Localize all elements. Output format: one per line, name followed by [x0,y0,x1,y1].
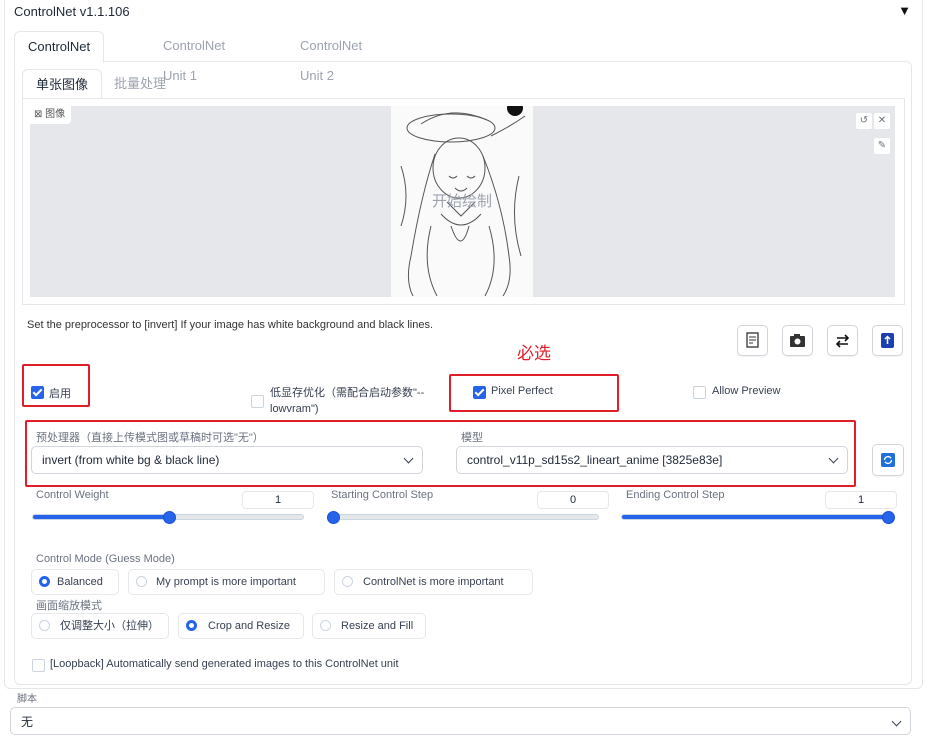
resize-mode-just-resize[interactable]: 仅调整大小（拉伸） [31,613,169,639]
radio-dot [186,620,197,631]
mirror-button[interactable] [827,325,858,356]
brush-icon[interactable]: ✎ [873,137,891,155]
undo-icon[interactable]: ↺ [855,112,873,130]
loopback-checkbox[interactable] [32,659,45,672]
allow-preview-label: Allow Preview [712,385,781,397]
refresh-icon [881,453,895,467]
starting-step-slider[interactable] [327,514,599,520]
tab-batch[interactable]: 批量处理 [101,69,179,98]
model-label: 模型 [461,432,483,444]
resize-mode-crop-resize[interactable]: Crop and Resize [178,613,304,639]
lowvram-label: 低显存优化（需配合启动参数"-- lowvram") [270,387,425,415]
radio-dot [136,576,147,587]
lowvram-checkbox[interactable] [251,395,264,408]
panel-title: ControlNet v1.1.106 [14,4,130,19]
webcam-button[interactable] [782,325,813,356]
document-icon [746,332,759,348]
slider-thumb[interactable] [327,511,340,524]
refresh-models-button[interactable] [872,444,904,476]
resize-mode-label: 画面缩放模式 [36,600,102,612]
slider-fill [33,515,168,519]
pixel-perfect-checkbox[interactable] [473,386,486,399]
image-icon: ⊠ [34,109,46,120]
slider-fill [622,515,892,519]
control-mode-label: Control Mode (Guess Mode) [36,553,175,565]
control-weight-label: Control Weight [36,489,109,501]
radio-dot [39,576,50,587]
model-select[interactable]: control_v11p_sd15s2_lineart_anime [3825e… [456,446,848,474]
allow-preview-checkbox[interactable] [693,386,706,399]
chevron-down-icon [828,453,839,464]
enable-checkbox[interactable] [31,386,44,399]
send-dimensions-button[interactable] [872,325,903,356]
control-mode-controlnet[interactable]: ControlNet is more important [334,569,533,595]
script-label: 脚本 [17,694,37,705]
loopback-label: [Loopback] Automatically send generated … [50,658,399,670]
chevron-down-icon [891,716,902,727]
image-label: ⊠ 图像 [30,106,72,124]
slider-thumb[interactable] [162,511,176,524]
collapse-icon[interactable]: ▼ [898,3,911,18]
control-mode-prompt[interactable]: My prompt is more important [128,569,325,595]
radio-dot [320,620,331,631]
control-mode-balanced[interactable]: Balanced [31,569,119,595]
new-canvas-button[interactable] [737,325,768,356]
ending-step-slider[interactable] [621,514,893,520]
ending-step-label: Ending Control Step [626,489,725,501]
tab-single-image[interactable]: 单张图像 [22,69,103,100]
close-icon[interactable]: ✕ [873,112,891,130]
required-annotation: 必选 [517,344,551,363]
resize-mode-resize-fill[interactable]: Resize and Fill [312,613,426,639]
model-value: control_v11p_sd15s2_lineart_anime [3825e… [467,453,723,467]
tab-unit-0[interactable]: ControlNet Unit 0 [14,31,105,84]
upload-icon [881,333,894,348]
preprocessor-label: 预处理器（直接上传模式图或草稿时可选"无"） [36,432,264,444]
script-select[interactable]: 无 [10,707,911,735]
invert-hint: Set the preprocessor to [invert] If your… [27,319,433,331]
control-weight-input[interactable]: 1 [242,491,314,509]
start-drawing-text: 开始绘制 [431,193,492,210]
preprocessor-select[interactable]: invert (from white bg & black line) [31,446,423,474]
pixel-perfect-label: Pixel Perfect [491,385,553,397]
slider-thumb[interactable] [882,511,895,524]
radio-dot [342,576,353,587]
swap-icon [835,334,850,348]
tab-unit-2[interactable]: ControlNet Unit 2 [287,31,375,83]
radio-dot [39,620,50,631]
camera-icon [790,334,805,347]
enable-label: 启用 [49,388,71,400]
starting-step-label: Starting Control Step [331,489,434,501]
chevron-down-icon [403,453,414,464]
ending-step-input[interactable]: 1 [825,491,897,509]
starting-step-input[interactable]: 0 [537,491,609,509]
tab-unit-1[interactable]: ControlNet Unit 1 [150,31,238,83]
preprocessor-value: invert (from white bg & black line) [42,453,220,467]
